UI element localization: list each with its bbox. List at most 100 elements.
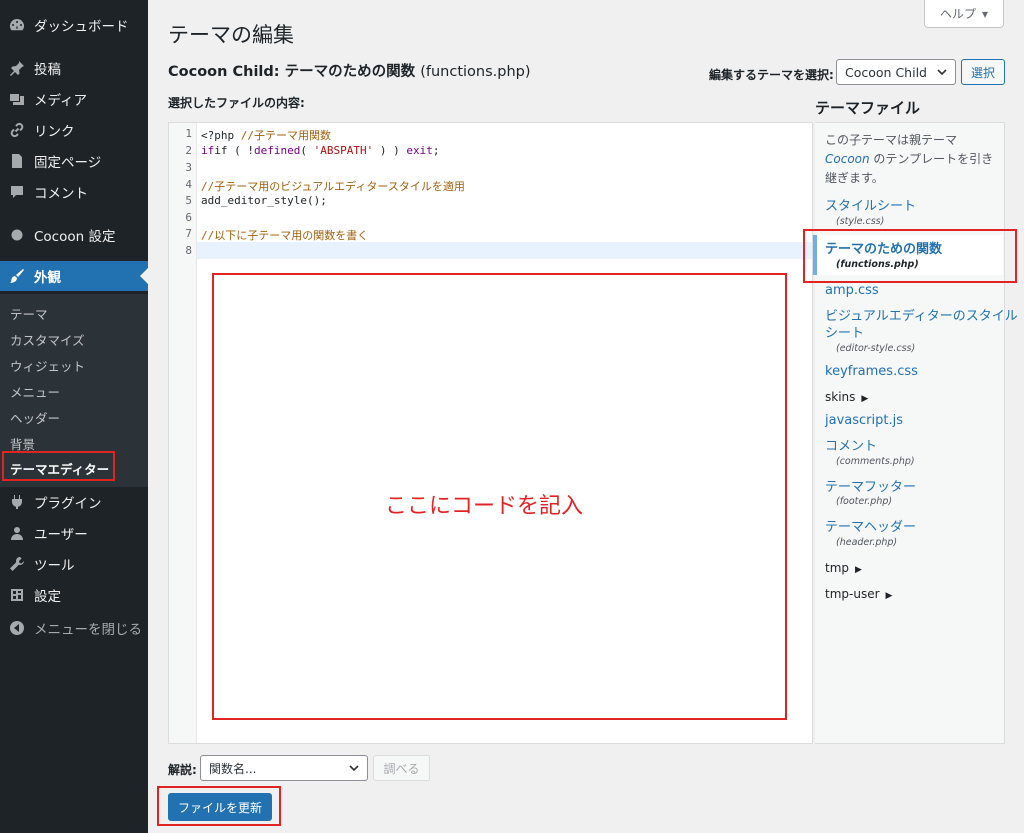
line-number: 6	[185, 211, 192, 224]
chevron-down-icon	[937, 69, 947, 76]
file-functions-php[interactable]: テーマのための関数	[825, 238, 942, 257]
code-keyword: defined	[254, 144, 301, 157]
appearance-icon	[0, 268, 34, 284]
folder-tmp-user[interactable]: tmp-user ▶	[825, 587, 892, 601]
submenu-menus[interactable]: メニュー	[10, 382, 60, 401]
menu-plugins[interactable]: プラグイン	[0, 487, 148, 517]
menu-label: 外観	[34, 270, 61, 286]
menu-label: メディア	[34, 93, 88, 109]
caret-right-icon: ▶	[861, 394, 869, 404]
folder-skins[interactable]: skins ▶	[825, 390, 868, 404]
line-number: 1	[185, 127, 192, 140]
documentation-label: 解説:	[168, 763, 197, 777]
menu-label: プラグイン	[34, 496, 102, 512]
media-icon	[0, 91, 34, 107]
menu-cocoon-settings[interactable]: Cocoon 設定	[0, 220, 148, 250]
folder-tmp[interactable]: tmp ▶	[825, 561, 862, 575]
line-number-gutter: 1 2 3 4 5 6 7 8	[169, 123, 197, 743]
menu-pages[interactable]: 固定ページ	[0, 146, 148, 176]
menu-label: ツール	[34, 558, 75, 574]
pin-icon	[0, 60, 34, 76]
menu-label: Cocoon 設定	[34, 229, 116, 245]
menu-dashboard[interactable]: ダッシュボード	[0, 10, 148, 40]
file-path-label: (footer.php)	[836, 496, 893, 507]
plugin-icon	[0, 494, 34, 510]
file-javascript-js[interactable]: javascript.js	[825, 413, 903, 428]
file-heading: Cocoon Child: テーマのための関数 (functions.php)	[168, 60, 531, 81]
code-line-1: <?php //子テーマ用関数	[201, 127, 331, 143]
menu-label: 固定ページ	[34, 155, 102, 171]
select-theme-button[interactable]: 選択	[961, 59, 1005, 85]
menu-collapse[interactable]: メニューを閉じる	[0, 613, 148, 643]
user-icon	[0, 525, 34, 541]
file-path-label: (header.php)	[836, 537, 898, 548]
active-line-highlight	[197, 242, 812, 259]
code-token: if ( !	[214, 144, 254, 157]
help-button[interactable]: ヘルプ ▾	[924, 0, 1004, 28]
theme-select[interactable]: Cocoon Child	[836, 59, 956, 85]
menu-users[interactable]: ユーザー	[0, 518, 148, 548]
menu-media[interactable]: メディア	[0, 84, 148, 114]
line-number: 3	[185, 161, 192, 174]
update-file-button[interactable]: ファイルを更新	[168, 793, 272, 821]
file-path-label: (style.css)	[836, 216, 885, 227]
folder-label: tmp-user	[825, 587, 880, 601]
menu-links[interactable]: リンク	[0, 115, 148, 145]
submenu-theme-editor[interactable]: テーマエディター	[10, 459, 109, 478]
file-footer-php[interactable]: テーマフッター	[825, 476, 916, 495]
wrench-icon	[0, 556, 34, 572]
file-keyframes-css[interactable]: keyframes.css	[825, 364, 918, 379]
file-comments-php[interactable]: コメント	[825, 435, 877, 454]
code-string: 'ABSPATH'	[313, 144, 374, 157]
code-editor[interactable]: 1 2 3 4 5 6 7 8 <?php //子テーマ用関数 ifif ( !…	[168, 122, 813, 744]
submenu-background[interactable]: 背景	[10, 434, 35, 453]
line-number: 8	[185, 244, 192, 257]
code-token: ) )	[373, 144, 407, 157]
file-style-css[interactable]: スタイルシート	[825, 195, 916, 214]
child-theme-note: この子テーマは親テーマ Cocoon のテンプレートを引き継ぎます。	[825, 131, 997, 188]
theme-files-title: テーマファイル	[815, 99, 921, 117]
submenu-widgets[interactable]: ウィジェット	[10, 356, 85, 375]
folder-label: tmp	[825, 561, 850, 575]
caret-down-icon: ▾	[981, 6, 989, 21]
theme-select-value: Cocoon Child	[845, 64, 927, 80]
code-line-7: //以下に子テーマ用の関数を書く	[201, 229, 369, 242]
menu-label: メニューを閉じる	[34, 622, 142, 638]
function-lookup-value: 関数名...	[209, 761, 257, 776]
file-path: (functions.php)	[420, 64, 531, 80]
note-text: この子テーマは親テーマ	[825, 133, 958, 147]
parent-theme-link[interactable]: Cocoon	[825, 152, 870, 166]
file-amp-css[interactable]: amp.css	[825, 283, 879, 298]
menu-comments[interactable]: コメント	[0, 177, 148, 207]
menu-posts[interactable]: 投稿	[0, 53, 148, 83]
submenu-customize[interactable]: カスタマイズ	[10, 330, 85, 349]
theme-select-label: 編集するテーマを選択:	[709, 68, 834, 82]
menu-label: コメント	[34, 186, 88, 202]
menu-tools[interactable]: ツール	[0, 549, 148, 579]
menu-appearance[interactable]: 外観	[0, 261, 148, 291]
theme-name: Cocoon Child:	[168, 64, 280, 80]
line-number: 2	[185, 144, 192, 157]
file-path-label: (comments.php)	[836, 456, 915, 467]
line-number: 5	[185, 194, 192, 207]
page-icon	[0, 153, 34, 169]
submenu-themes[interactable]: テーマ	[10, 304, 48, 323]
code-token: ;	[432, 144, 440, 157]
caret-right-icon: ▶	[885, 591, 893, 601]
menu-settings[interactable]: 設定	[0, 580, 148, 610]
chevron-down-icon	[349, 765, 359, 772]
line-number: 4	[185, 178, 192, 191]
code-line-2: ifif ( !defined( 'ABSPATH' ) ) exit;	[201, 144, 439, 157]
lookup-button[interactable]: 調べる	[373, 755, 430, 781]
code-token: (	[300, 144, 314, 157]
folder-label: skins	[825, 390, 856, 404]
file-editor-style-css-cont[interactable]: シート	[825, 322, 864, 341]
code-keyword: exit	[406, 144, 433, 157]
submenu-header[interactable]: ヘッダー	[10, 408, 60, 427]
menu-label: 投稿	[34, 62, 61, 78]
function-lookup-select[interactable]: 関数名...	[200, 755, 368, 781]
file-header-php[interactable]: テーマヘッダー	[825, 516, 916, 535]
circle-icon	[0, 227, 34, 243]
code-keyword: if	[201, 144, 215, 157]
dashboard-icon	[0, 17, 34, 33]
